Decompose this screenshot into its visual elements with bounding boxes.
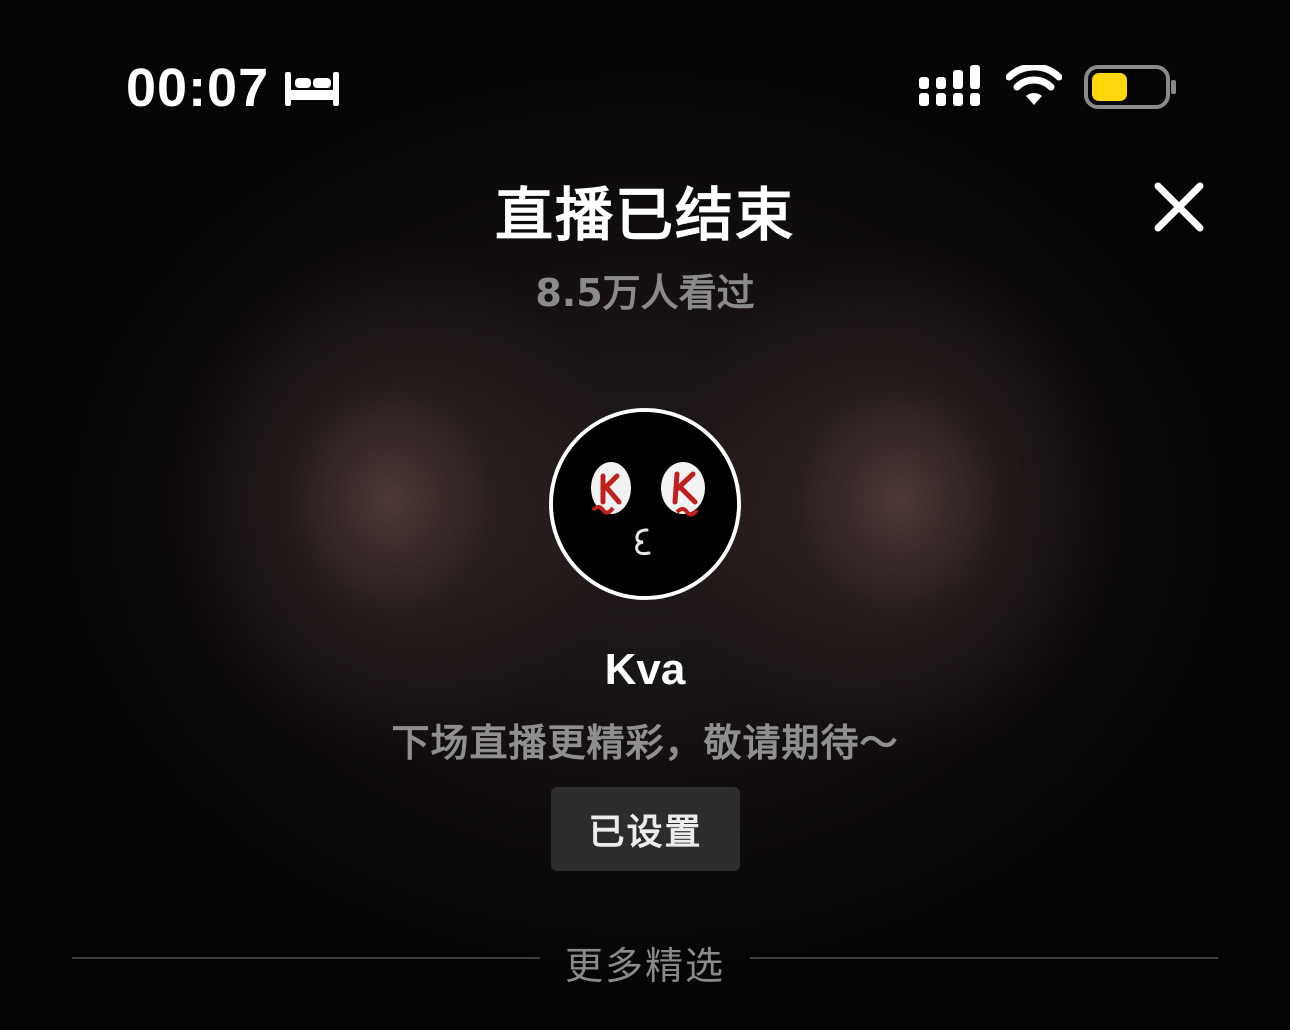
- viewer-count: 8.5万人看过: [535, 271, 755, 315]
- streamer-name: Kva: [604, 645, 686, 694]
- status-bar-right: [918, 62, 1178, 112]
- cellular-signal-icon: [919, 65, 980, 106]
- wifi-icon: [1006, 65, 1062, 105]
- page-title: 直播已结束: [494, 181, 795, 249]
- divider-right: [750, 957, 1218, 959]
- avatar[interactable]: [549, 408, 741, 600]
- next-stream-notice: 下场直播更精彩，敬请期待～: [391, 721, 899, 765]
- reminder-set-button[interactable]: 已设置: [551, 787, 740, 871]
- more-picks-label: 更多精选: [564, 944, 725, 988]
- status-bar-left: 00:07: [126, 58, 341, 118]
- live-ended-screen: 00:07 直播已结束 8.5万人看过 Kva 下场直播更精彩，敬请期待～ 已设…: [0, 0, 1290, 1030]
- bed-icon: [285, 72, 340, 106]
- battery-icon: [1084, 65, 1176, 109]
- close-icon[interactable]: [1148, 176, 1210, 238]
- status-time: 00:07: [126, 58, 270, 118]
- avatar-face-icon: [553, 412, 737, 596]
